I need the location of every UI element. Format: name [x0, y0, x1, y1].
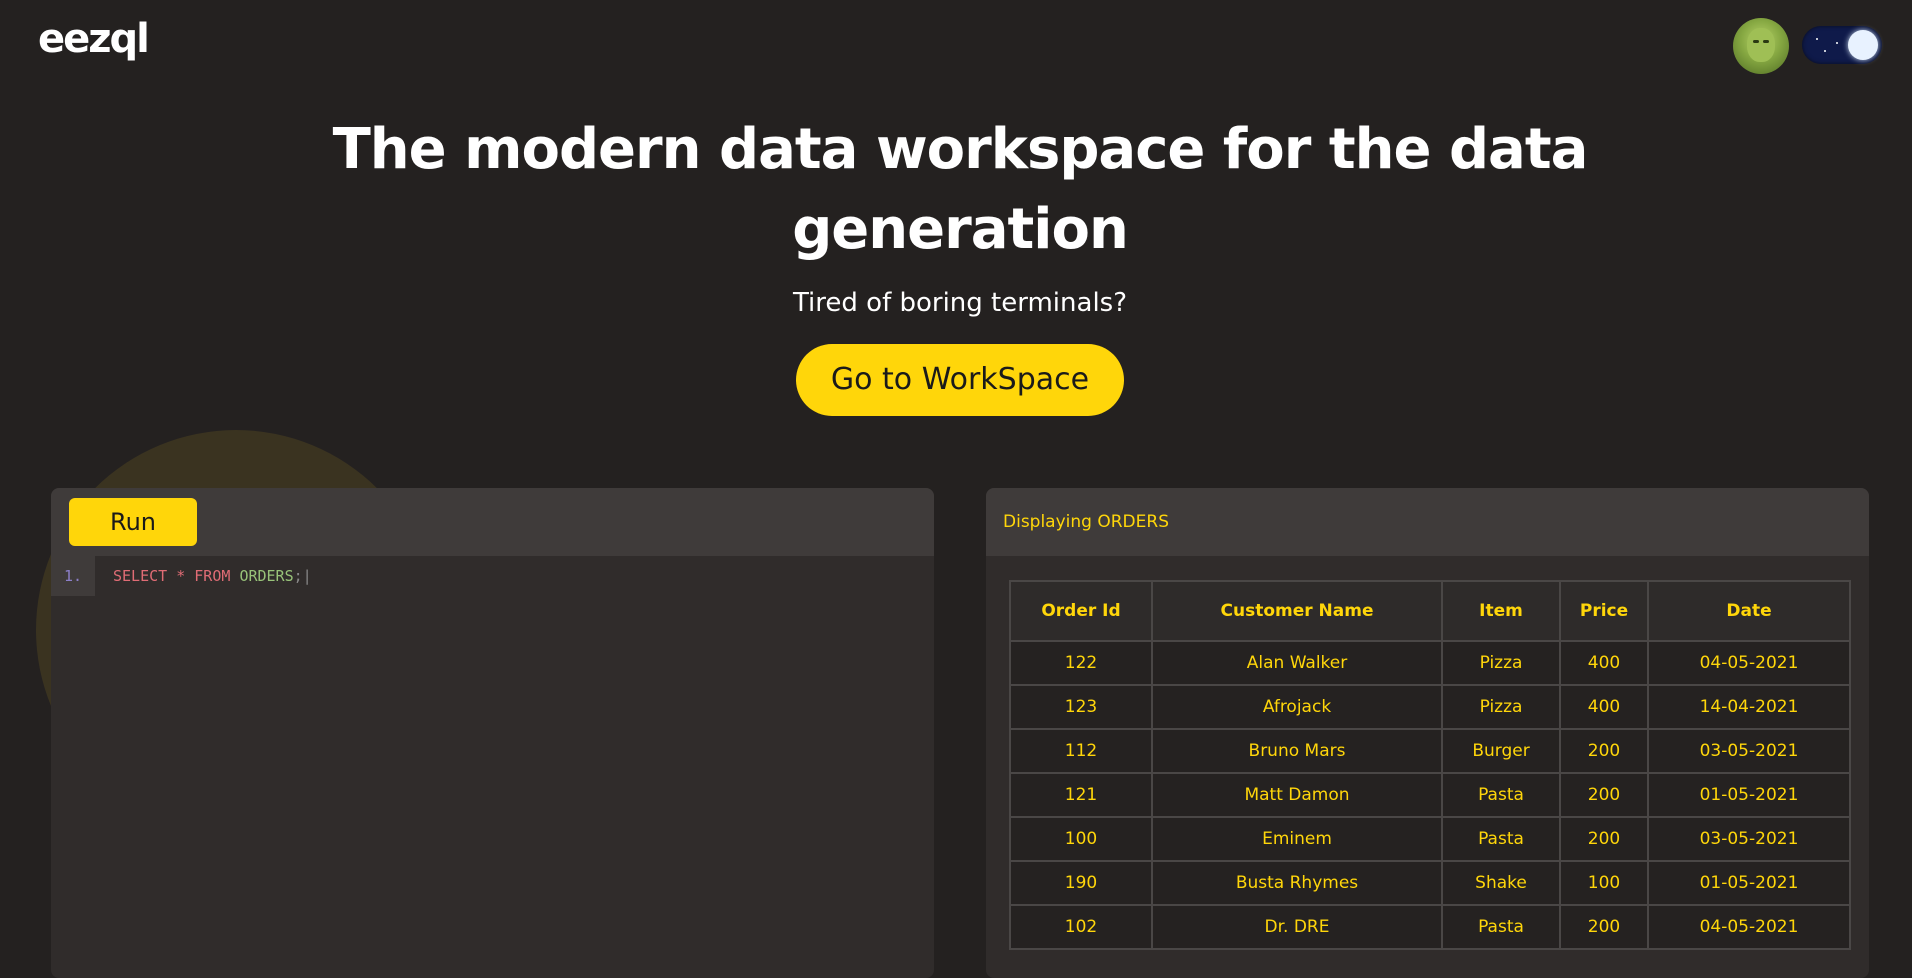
table-cell: Burger	[1441, 728, 1561, 774]
table-cell: 200	[1559, 772, 1649, 818]
table-cell: 14-04-2021	[1647, 684, 1851, 730]
table-cell: 123	[1009, 684, 1153, 730]
column-header: Order Id	[1009, 580, 1153, 642]
table-cell: 01-05-2021	[1647, 772, 1851, 818]
table-cell: 121	[1009, 772, 1153, 818]
table-row: 122 Alan Walker Pizza 400 04-05-2021	[1009, 640, 1851, 686]
sql-code-input[interactable]: SELECT * FROM ORDERS;|	[113, 556, 312, 596]
table-header-row: Order Id Customer Name Item Price Date	[1009, 580, 1851, 642]
table-cell: Alan Walker	[1151, 640, 1443, 686]
table-cell: Pizza	[1441, 684, 1561, 730]
table-cell: 03-05-2021	[1647, 728, 1851, 774]
table-cell: Dr. DRE	[1151, 904, 1443, 950]
go-to-workspace-button[interactable]: Go to WorkSpace	[796, 344, 1124, 416]
run-button[interactable]: Run	[69, 498, 197, 546]
star-icon	[1816, 38, 1818, 40]
hero-title-line1: The modern data workspace for the data	[332, 117, 1589, 182]
table-cell: 01-05-2021	[1647, 860, 1851, 906]
table-cell: 04-05-2021	[1647, 904, 1851, 950]
logo[interactable]: eezql	[38, 14, 150, 64]
statement-end: ;|	[293, 567, 312, 585]
user-avatar[interactable]	[1733, 18, 1789, 74]
star-icon	[1836, 42, 1838, 44]
table-row: 100 Eminem Pasta 200 03-05-2021	[1009, 816, 1851, 862]
line-number: 1.	[51, 556, 95, 596]
theme-toggle[interactable]	[1802, 26, 1882, 64]
table-cell: Matt Damon	[1151, 772, 1443, 818]
table-cell: 400	[1559, 640, 1649, 686]
table-row: 123 Afrojack Pizza 400 14-04-2021	[1009, 684, 1851, 730]
table-cell: Bruno Mars	[1151, 728, 1443, 774]
table-row: 121 Matt Damon Pasta 200 01-05-2021	[1009, 772, 1851, 818]
results-header: Displaying ORDERS	[986, 488, 1869, 556]
column-header: Price	[1559, 580, 1649, 642]
keyword-from: FROM	[194, 567, 231, 585]
hero-title-line2: generation	[792, 197, 1129, 262]
editor-toolbar: Run	[51, 488, 934, 556]
table-row: 102 Dr. DRE Pasta 200 04-05-2021	[1009, 904, 1851, 950]
table-cell: 190	[1009, 860, 1153, 906]
table-cell: 100	[1559, 860, 1649, 906]
star-operator: *	[176, 567, 186, 585]
table-cell: Afrojack	[1151, 684, 1443, 730]
table-cell: Busta Rhymes	[1151, 860, 1443, 906]
column-header: Date	[1647, 580, 1851, 642]
table-cell: Pasta	[1441, 772, 1561, 818]
table-cell: 112	[1009, 728, 1153, 774]
table-cell: 122	[1009, 640, 1153, 686]
table-cell: 200	[1559, 816, 1649, 862]
table-cell: Shake	[1441, 860, 1561, 906]
orders-table: Order Id Customer Name Item Price Date 1…	[1009, 580, 1851, 950]
table-row: 190 Busta Rhymes Shake 100 01-05-2021	[1009, 860, 1851, 906]
table-cell: 400	[1559, 684, 1649, 730]
results-panel: Displaying ORDERS Order Id Customer Name…	[986, 488, 1869, 978]
column-header: Item	[1441, 580, 1561, 642]
column-header: Customer Name	[1151, 580, 1443, 642]
moon-toggle-icon	[1848, 30, 1878, 60]
table-cell: 200	[1559, 904, 1649, 950]
avatar-face	[1747, 28, 1775, 62]
table-row: 112 Bruno Mars Burger 200 03-05-2021	[1009, 728, 1851, 774]
table-cell: 04-05-2021	[1647, 640, 1851, 686]
hero-subtitle: Tired of boring terminals?	[792, 288, 1128, 318]
table-cell: 200	[1559, 728, 1649, 774]
table-name: ORDERS	[239, 567, 294, 585]
hero-title: The modern data workspace for the data g…	[0, 110, 1912, 270]
avatar-eye-left	[1753, 40, 1759, 43]
table-cell: 03-05-2021	[1647, 816, 1851, 862]
avatar-eye-right	[1763, 40, 1769, 43]
table-cell: 100	[1009, 816, 1153, 862]
table-cell: 102	[1009, 904, 1153, 950]
table-cell: Eminem	[1151, 816, 1443, 862]
star-icon	[1824, 50, 1826, 52]
table-cell: Pasta	[1441, 816, 1561, 862]
keyword-select: SELECT	[113, 567, 168, 585]
table-cell: Pizza	[1441, 640, 1561, 686]
sql-editor-panel: Run 1. SELECT * FROM ORDERS;|	[51, 488, 934, 978]
table-cell: Pasta	[1441, 904, 1561, 950]
